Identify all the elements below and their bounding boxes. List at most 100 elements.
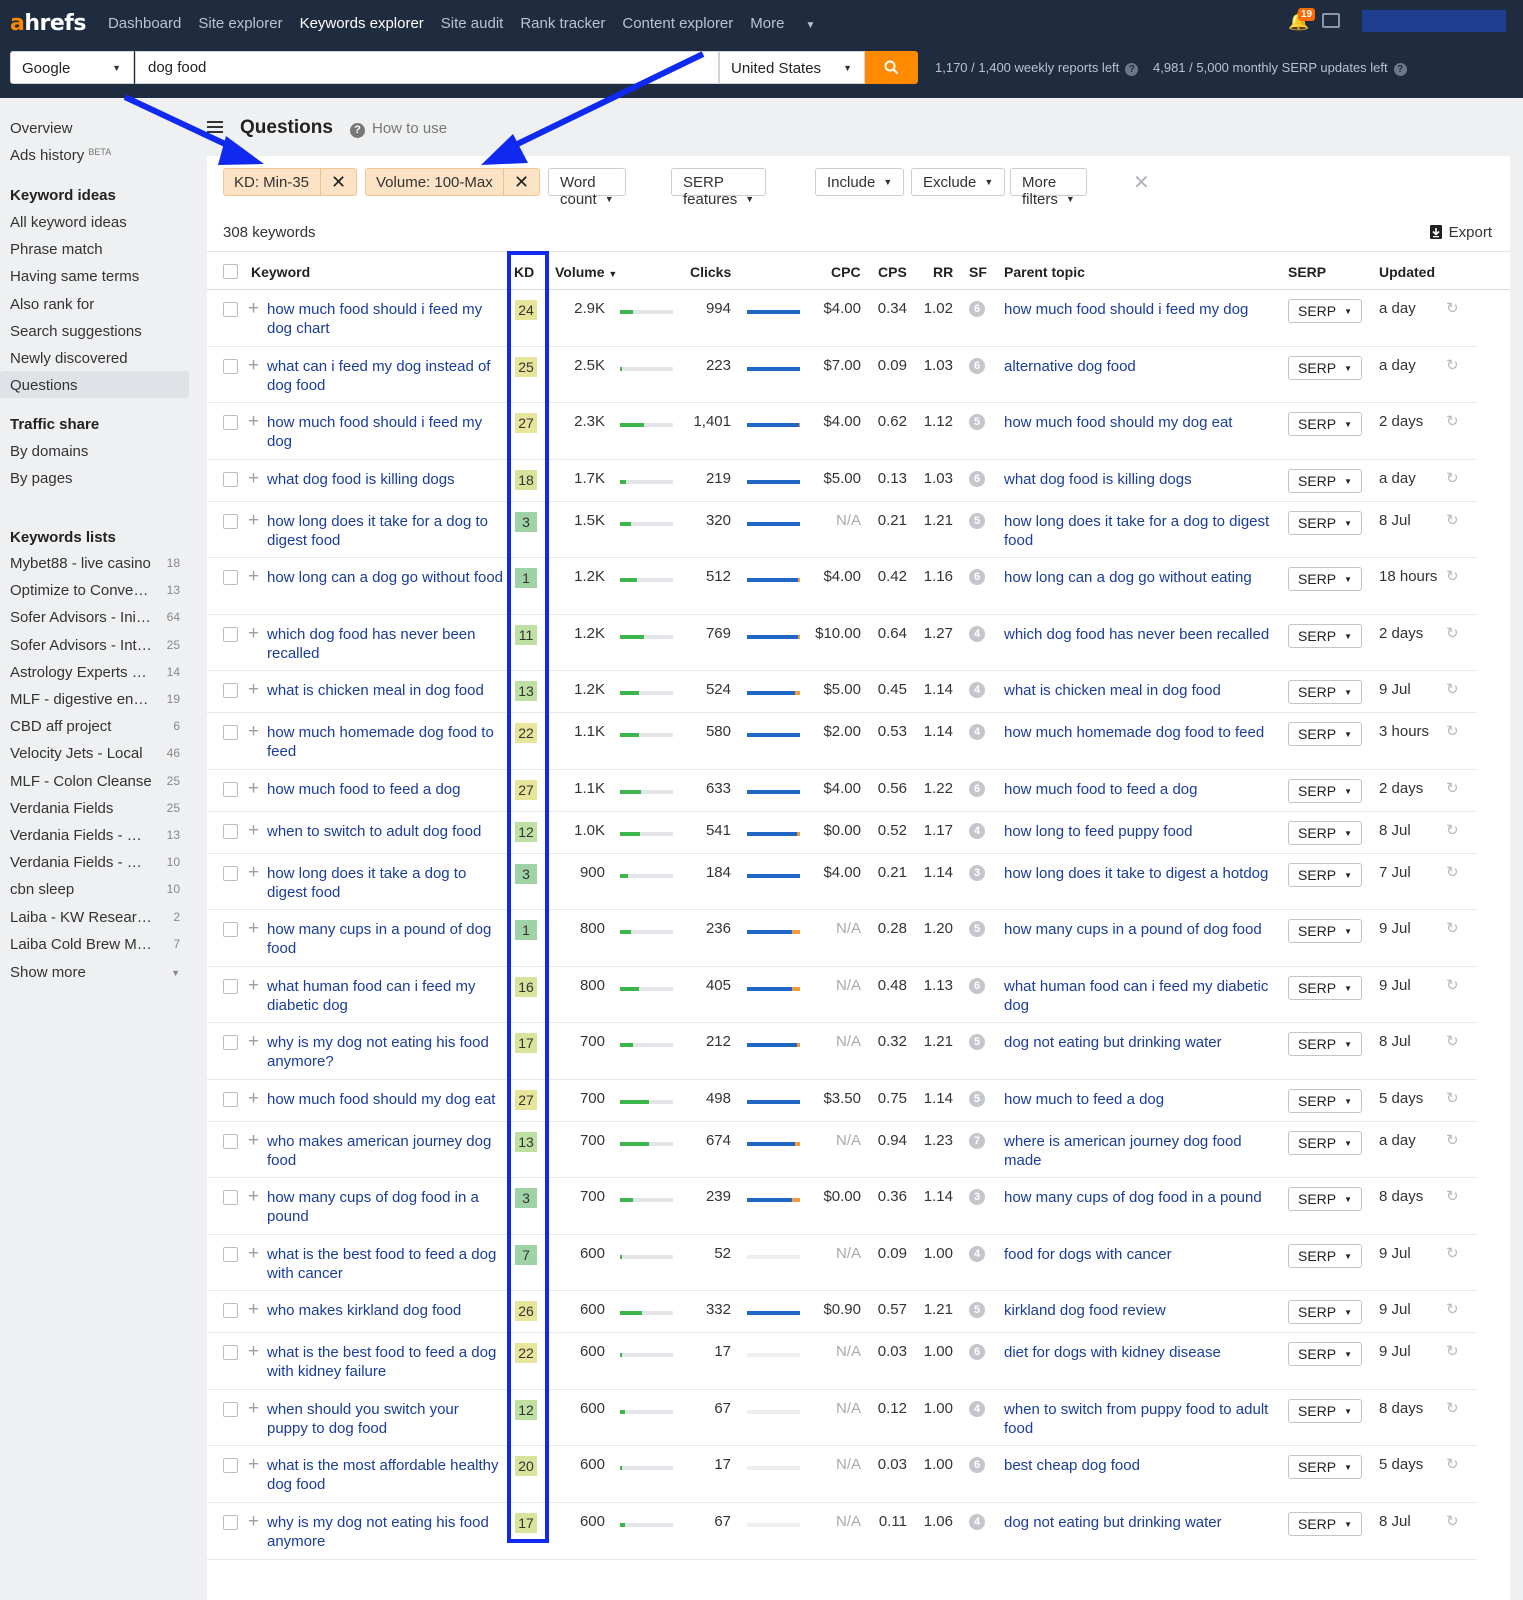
serp-dropdown-button[interactable]: SERP ▼ — [1288, 863, 1362, 887]
row-checkbox[interactable] — [223, 1303, 238, 1318]
refresh-icon[interactable]: ↻ — [1446, 412, 1459, 430]
keyword-list-item[interactable]: Verdania Fields - Color 10 — [10, 854, 180, 871]
keyword-link[interactable]: why is my dog not eating his food anymor… — [267, 1033, 503, 1071]
sidebar-item-by-pages[interactable]: By pages — [10, 470, 73, 487]
serp-features-count-badge[interactable]: 4 — [969, 1246, 985, 1262]
serp-features-count-badge[interactable]: 5 — [969, 1091, 985, 1107]
row-checkbox[interactable] — [223, 866, 238, 881]
serp-dropdown-button[interactable]: SERP ▼ — [1288, 511, 1362, 535]
serp-dropdown-button[interactable]: SERP ▼ — [1288, 412, 1362, 436]
keyword-link[interactable]: how many cups in a pound of dog food — [267, 920, 503, 958]
keyword-list-item[interactable]: Laiba - KW Research 2 — [10, 909, 180, 926]
keyword-list-item[interactable]: Sofer Advisors - Intent 25 — [10, 637, 180, 654]
keyword-link[interactable]: which dog food has never been recalled — [267, 625, 503, 663]
refresh-icon[interactable]: ↻ — [1446, 1089, 1459, 1107]
keyword-link[interactable]: what dog food is killing dogs — [267, 470, 503, 489]
add-to-list-icon[interactable]: + — [248, 566, 259, 588]
keyword-link[interactable]: how long can a dog go without food — [267, 568, 503, 587]
serp-features-count-badge[interactable]: 4 — [969, 724, 985, 740]
parent-topic-link[interactable]: dog not eating but drinking water — [1004, 1033, 1282, 1052]
serp-dropdown-button[interactable]: SERP ▼ — [1288, 567, 1362, 591]
refresh-icon[interactable]: ↻ — [1446, 1187, 1459, 1205]
serp-dropdown-button[interactable]: SERP ▼ — [1288, 1244, 1362, 1268]
add-to-list-icon[interactable]: + — [248, 468, 259, 490]
keyword-list-item[interactable]: Velocity Jets - Local 46 — [10, 745, 180, 762]
parent-topic-link[interactable]: how many cups of dog food in a pound — [1004, 1188, 1282, 1207]
keyword-link[interactable]: what can i feed my dog instead of dog fo… — [267, 357, 503, 395]
serp-dropdown-button[interactable]: SERP ▼ — [1288, 1300, 1362, 1324]
serp-dropdown-button[interactable]: SERP ▼ — [1288, 976, 1362, 1000]
keyword-list-item[interactable]: Astrology Experts List 14 — [10, 664, 180, 681]
serp-features-count-badge[interactable]: 7 — [969, 1133, 985, 1149]
add-to-list-icon[interactable]: + — [248, 1398, 259, 1420]
keyword-link[interactable]: how much homemade dog food to feed — [267, 723, 503, 761]
row-checkbox[interactable] — [223, 1515, 238, 1530]
keyword-link[interactable]: when should you switch your puppy to dog… — [267, 1400, 503, 1438]
serp-dropdown-button[interactable]: SERP ▼ — [1288, 779, 1362, 803]
refresh-icon[interactable]: ↻ — [1446, 1399, 1459, 1417]
add-to-list-icon[interactable]: + — [248, 721, 259, 743]
serp-dropdown-button[interactable]: SERP ▼ — [1288, 1342, 1362, 1366]
row-checkbox[interactable] — [223, 1190, 238, 1205]
serp-dropdown-button[interactable]: SERP ▼ — [1288, 1131, 1362, 1155]
serp-dropdown-button[interactable]: SERP ▼ — [1288, 1512, 1362, 1536]
keyword-link[interactable]: what is the best food to feed a dog with… — [267, 1245, 503, 1283]
serp-features-count-badge[interactable]: 3 — [969, 865, 985, 881]
add-to-list-icon[interactable]: + — [248, 1341, 259, 1363]
serp-dropdown-button[interactable]: SERP ▼ — [1288, 919, 1362, 943]
add-to-list-icon[interactable]: + — [248, 862, 259, 884]
add-to-list-icon[interactable]: + — [248, 355, 259, 377]
serp-dropdown-button[interactable]: SERP ▼ — [1288, 1032, 1362, 1056]
keyword-list-item[interactable]: Verdania Fields - CBD 13 — [10, 827, 180, 844]
sidebar-item-newly-discovered[interactable]: Newly discovered — [10, 350, 128, 367]
row-checkbox[interactable] — [223, 1134, 238, 1149]
row-checkbox[interactable] — [223, 1247, 238, 1262]
keyword-link[interactable]: what is chicken meal in dog food — [267, 681, 503, 700]
keyword-list-item[interactable]: Mybet88 - live casino 18 — [10, 555, 180, 572]
serp-dropdown-button[interactable]: SERP ▼ — [1288, 1455, 1362, 1479]
parent-topic-link[interactable]: how many cups in a pound of dog food — [1004, 920, 1282, 939]
serp-dropdown-button[interactable]: SERP ▼ — [1288, 1399, 1362, 1423]
serp-features-count-badge[interactable]: 5 — [969, 513, 985, 529]
parent-topic-link[interactable]: kirkland dog food review — [1004, 1301, 1282, 1320]
parent-topic-link[interactable]: diet for dogs with kidney disease — [1004, 1343, 1282, 1362]
refresh-icon[interactable]: ↻ — [1446, 1300, 1459, 1318]
refresh-icon[interactable]: ↻ — [1446, 919, 1459, 937]
parent-topic-link[interactable]: how long does it take for a dog to diges… — [1004, 512, 1282, 550]
keyword-list-item[interactable]: MLF - digestive enzymes 19 — [10, 691, 180, 708]
serp-dropdown-button[interactable]: SERP ▼ — [1288, 680, 1362, 704]
parent-topic-link[interactable]: when to switch from puppy food to adult … — [1004, 1400, 1282, 1438]
parent-topic-link[interactable]: alternative dog food — [1004, 357, 1282, 376]
serp-features-count-badge[interactable]: 4 — [969, 626, 985, 642]
keyword-link[interactable]: what is the most affordable healthy dog … — [267, 1456, 503, 1494]
keyword-list-item[interactable]: Verdania Fields 25 — [10, 800, 180, 817]
refresh-icon[interactable]: ↻ — [1446, 821, 1459, 839]
row-checkbox[interactable] — [223, 302, 238, 317]
serp-features-count-badge[interactable]: 4 — [969, 823, 985, 839]
keyword-link[interactable]: when to switch to adult dog food — [267, 822, 503, 841]
serp-features-count-badge[interactable]: 6 — [969, 781, 985, 797]
serp-features-count-badge[interactable]: 6 — [969, 978, 985, 994]
refresh-icon[interactable]: ↻ — [1446, 624, 1459, 642]
serp-features-count-badge[interactable]: 5 — [969, 921, 985, 937]
serp-dropdown-button[interactable]: SERP ▼ — [1288, 469, 1362, 493]
refresh-icon[interactable]: ↻ — [1446, 469, 1459, 487]
row-checkbox[interactable] — [223, 415, 238, 430]
add-to-list-icon[interactable]: + — [248, 778, 259, 800]
serp-features-count-badge[interactable]: 4 — [969, 1401, 985, 1417]
row-checkbox[interactable] — [223, 1458, 238, 1473]
keyword-link[interactable]: who makes american journey dog food — [267, 1132, 503, 1170]
serp-features-count-badge[interactable]: 6 — [969, 301, 985, 317]
keyword-link[interactable]: how much food should my dog eat — [267, 1090, 503, 1109]
row-checkbox[interactable] — [223, 1092, 238, 1107]
row-checkbox[interactable] — [223, 472, 238, 487]
sidebar-item-search-suggestions[interactable]: Search suggestions — [10, 323, 142, 340]
add-to-list-icon[interactable]: + — [248, 1299, 259, 1321]
add-to-list-icon[interactable]: + — [248, 298, 259, 320]
serp-dropdown-button[interactable]: SERP ▼ — [1288, 624, 1362, 648]
parent-topic-link[interactable]: what dog food is killing dogs — [1004, 470, 1282, 489]
refresh-icon[interactable]: ↻ — [1446, 1244, 1459, 1262]
refresh-icon[interactable]: ↻ — [1446, 299, 1459, 317]
keyword-list-item[interactable]: Optimize to Conversion 13 — [10, 582, 180, 599]
serp-features-count-badge[interactable]: 5 — [969, 1034, 985, 1050]
